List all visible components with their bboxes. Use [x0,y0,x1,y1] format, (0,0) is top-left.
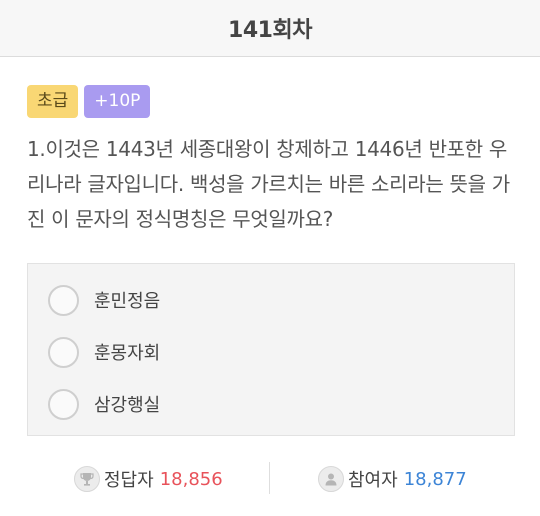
answer-option-3[interactable]: 삼강행실 [48,388,160,420]
person-icon [318,466,344,492]
answer-option-2[interactable]: 훈몽자회 [48,336,160,368]
radio-button[interactable] [48,336,79,368]
badge-row: 초급 +10P [27,85,151,118]
answer-options: 훈민정음 훈몽자회 삼강행실 [27,263,515,436]
participants-label: 참여자 [348,470,398,491]
question-text: 1.이것은 1443년 세종대왕이 창제하고 1446년 반포한 우리나라 글자… [27,137,510,231]
correct-value: 18,856 [159,468,223,490]
participant-count-stat: 참여자 18,877 [318,466,467,492]
points-badge: +10P [84,85,151,118]
stats-bar: 정답자 18,856 참여자 18,877 [0,462,540,496]
round-title: 141회차 [228,18,312,43]
answer-option-label: 훈민정음 [94,291,161,312]
trophy-icon [74,466,100,492]
radio-button[interactable] [48,388,79,420]
answer-option-label: 삼강행실 [94,395,161,416]
participants-value: 18,877 [403,468,467,490]
level-badge: 초급 [27,85,79,118]
answer-option-1[interactable]: 훈민정음 [48,284,160,316]
answer-option-label: 훈몽자회 [94,343,161,364]
correct-label: 정답자 [104,470,154,491]
stats-divider [269,462,270,494]
correct-count-stat: 정답자 18,856 [74,466,223,492]
radio-button[interactable] [48,284,79,316]
header-bar: 141회차 [0,0,540,57]
